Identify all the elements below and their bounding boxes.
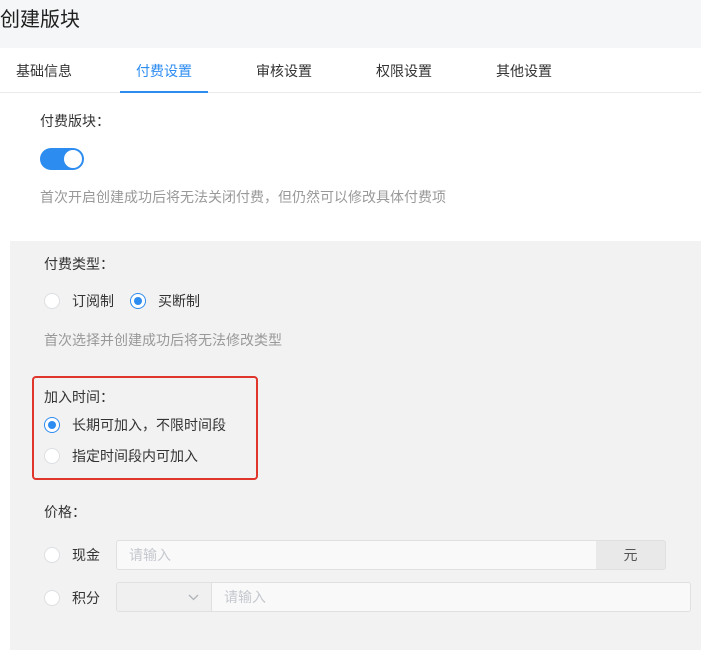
page-title: 创建版块 xyxy=(0,9,80,31)
payment-options-panel: 付费类型： 订阅制 买断制 首次选择并创建成功后将无法修改类型 加入时间： 长期… xyxy=(10,241,701,650)
paid-block-toggle[interactable] xyxy=(40,148,84,170)
pay-type-label: 付费类型： xyxy=(44,256,114,272)
radio-button[interactable] xyxy=(44,417,60,433)
paid-block-hint: 首次开启创建成功后将无法关闭付费，但仍然可以修改具体付费项 xyxy=(40,189,446,205)
cash-amount-input[interactable] xyxy=(116,540,597,570)
tab-basic-info[interactable]: 基础信息 xyxy=(0,48,88,92)
pay-type-option-subscription[interactable]: 订阅制 xyxy=(44,291,124,311)
option-label: 长期可加入，不限时间段 xyxy=(72,417,226,433)
tab-permission-settings[interactable]: 权限设置 xyxy=(360,48,448,92)
pay-type-hint: 首次选择并创建成功后将无法修改类型 xyxy=(44,332,282,348)
price-option-cash[interactable]: 现金 xyxy=(44,545,106,565)
cash-unit-addon: 元 xyxy=(596,540,666,570)
chevron-down-icon xyxy=(188,594,199,601)
radio-button[interactable] xyxy=(44,448,60,464)
tab-payment-settings[interactable]: 付费设置 xyxy=(120,48,208,93)
tab-other-settings[interactable]: 其他设置 xyxy=(480,48,568,92)
price-label: 价格： xyxy=(44,504,86,520)
page-header: 创建版块 xyxy=(0,0,701,48)
join-time-label: 加入时间： xyxy=(44,389,114,405)
option-label: 现金 xyxy=(72,547,100,563)
radio-button[interactable] xyxy=(44,547,60,563)
toggle-knob xyxy=(64,150,82,168)
radio-button[interactable] xyxy=(130,293,146,309)
tab-bar: 基础信息 付费设置 审核设置 权限设置 其他设置 xyxy=(0,48,701,93)
option-label: 积分 xyxy=(72,590,100,606)
paid-block-label: 付费版块： xyxy=(40,113,110,129)
points-amount-input[interactable] xyxy=(212,582,691,612)
option-label: 指定时间段内可加入 xyxy=(72,448,198,464)
option-label: 买断制 xyxy=(158,293,200,309)
join-time-option-period[interactable]: 指定时间段内可加入 xyxy=(44,446,214,466)
price-option-points[interactable]: 积分 xyxy=(44,588,106,608)
points-type-select[interactable] xyxy=(116,582,212,612)
radio-button[interactable] xyxy=(44,590,60,606)
option-label: 订阅制 xyxy=(72,293,114,309)
tab-review-settings[interactable]: 审核设置 xyxy=(240,48,328,92)
radio-button[interactable] xyxy=(44,293,60,309)
join-time-option-unlimited[interactable]: 长期可加入，不限时间段 xyxy=(44,415,234,435)
pay-type-option-buyout[interactable]: 买断制 xyxy=(130,291,210,311)
